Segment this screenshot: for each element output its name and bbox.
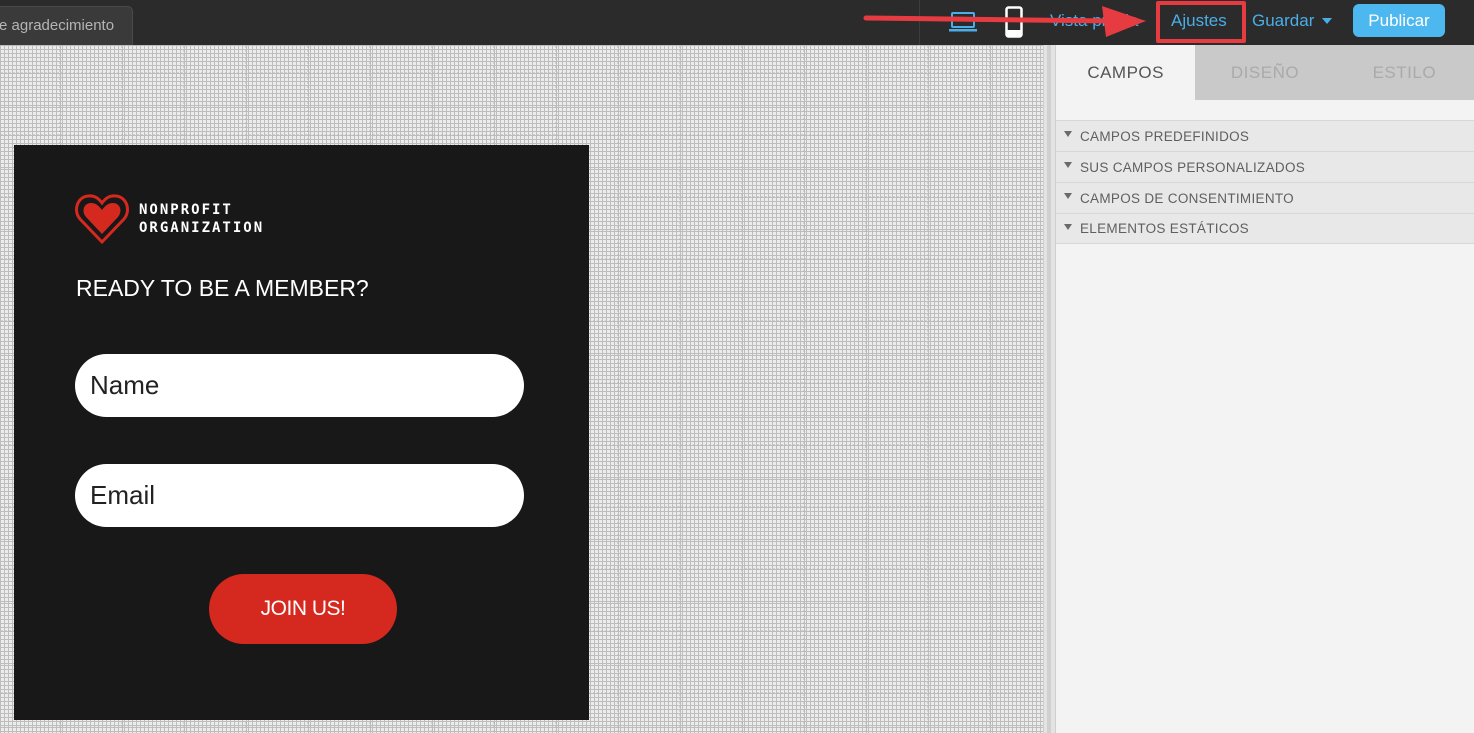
section-custom-fields[interactable]: SUS CAMPOS PERSONALIZADOS	[1056, 151, 1474, 182]
editor-tab[interactable]: e agradecimiento	[0, 6, 133, 45]
panel-tabs: CAMPOS DISEÑO ESTILO	[1056, 45, 1474, 100]
tab-diseno[interactable]: DISEÑO	[1195, 45, 1334, 100]
triangle-down-icon	[1064, 162, 1072, 168]
section-static-elements[interactable]: ELEMENTOS ESTÁTICOS	[1056, 213, 1474, 244]
name-field[interactable]: Name	[75, 354, 524, 417]
logo-text: NONPROFIT ORGANIZATION	[139, 201, 264, 237]
section-consent-fields[interactable]: CAMPOS DE CONSENTIMIENTO	[1056, 182, 1474, 213]
triangle-down-icon	[1064, 193, 1072, 199]
section-predefined-fields[interactable]: CAMPOS PREDEFINIDOS	[1056, 120, 1474, 151]
highlight-box	[1156, 1, 1246, 43]
panel-splitter[interactable]	[1043, 45, 1056, 733]
save-label: Guardar	[1252, 11, 1315, 30]
field-sections: CAMPOS PREDEFINIDOS SUS CAMPOS PERSONALI…	[1056, 120, 1474, 244]
logo-line-2: ORGANIZATION	[139, 220, 265, 236]
logo: NONPROFIT ORGANIZATION	[75, 193, 264, 245]
save-dropdown[interactable]: Guardar	[1252, 11, 1333, 31]
join-button[interactable]: JOIN US!	[209, 574, 397, 644]
tab-estilo[interactable]: ESTILO	[1335, 45, 1474, 100]
heart-logo-icon	[75, 194, 129, 245]
section-label: CAMPOS DE CONSENTIMIENTO	[1080, 190, 1294, 206]
publish-button[interactable]: Publicar	[1353, 4, 1445, 37]
right-panel: CAMPOS DISEÑO ESTILO CAMPOS PREDEFINIDOS…	[1056, 45, 1474, 733]
annotation-arrow	[863, 6, 1146, 37]
top-toolbar: e agradecimiento Vista previa Ajustes Gu…	[0, 0, 1474, 45]
email-field[interactable]: Email	[75, 464, 524, 527]
triangle-down-icon	[1064, 131, 1072, 137]
section-label: ELEMENTOS ESTÁTICOS	[1080, 221, 1249, 236]
form-heading: READY TO BE A MEMBER?	[76, 275, 369, 301]
signup-form-card[interactable]: NONPROFIT ORGANIZATION READY TO BE A MEM…	[14, 145, 589, 720]
tab-campos[interactable]: CAMPOS	[1056, 45, 1196, 100]
section-label: CAMPOS PREDEFINIDOS	[1080, 128, 1250, 144]
caret-down-icon	[1322, 18, 1333, 24]
section-label: SUS CAMPOS PERSONALIZADOS	[1080, 159, 1306, 175]
triangle-down-icon	[1064, 223, 1072, 230]
logo-line-1: NONPROFIT	[139, 202, 233, 218]
